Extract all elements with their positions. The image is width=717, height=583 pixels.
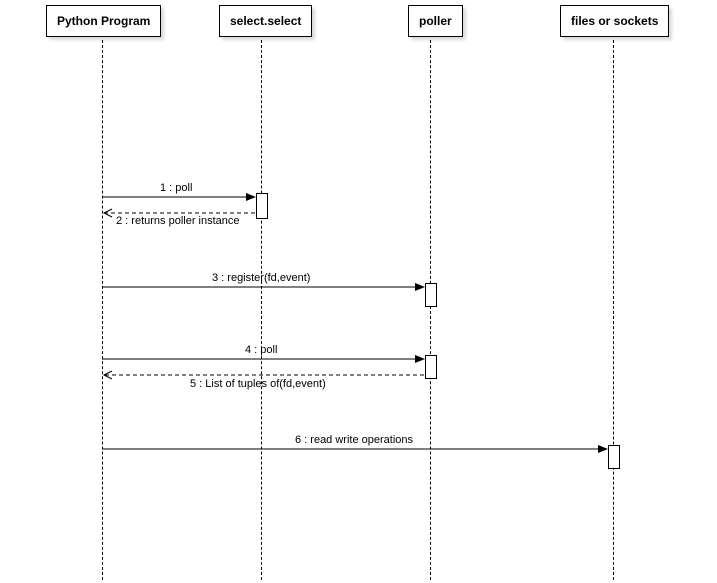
lifeline-files-sockets: [613, 40, 614, 580]
lifeline-select-select: [261, 40, 262, 580]
message-6-label: 6 : read write operations: [295, 434, 413, 446]
participant-files-sockets: files or sockets: [560, 5, 669, 37]
activation-poller-register: [425, 283, 437, 307]
lifeline-poller: [430, 40, 431, 580]
participant-label: select.select: [230, 14, 301, 28]
activation-select: [256, 193, 268, 219]
arrows-layer: [0, 0, 717, 583]
participant-python-program: Python Program: [46, 5, 161, 37]
message-1-label: 1 : poll: [160, 182, 192, 194]
participant-select-select: select.select: [219, 5, 312, 37]
participant-label: Python Program: [57, 14, 150, 28]
participant-label: poller: [419, 14, 452, 28]
message-5-label: 5 : List of tuples of(fd,event): [190, 378, 326, 390]
participant-label: files or sockets: [571, 14, 658, 28]
message-3-label: 3 : register(fd,event): [212, 272, 310, 284]
participant-poller: poller: [408, 5, 463, 37]
activation-poller-poll: [425, 355, 437, 379]
lifeline-python-program: [102, 40, 103, 580]
message-2-label: 2 : returns poller instance: [116, 215, 240, 227]
activation-files: [608, 445, 620, 469]
message-4-label: 4 : poll: [245, 344, 277, 356]
